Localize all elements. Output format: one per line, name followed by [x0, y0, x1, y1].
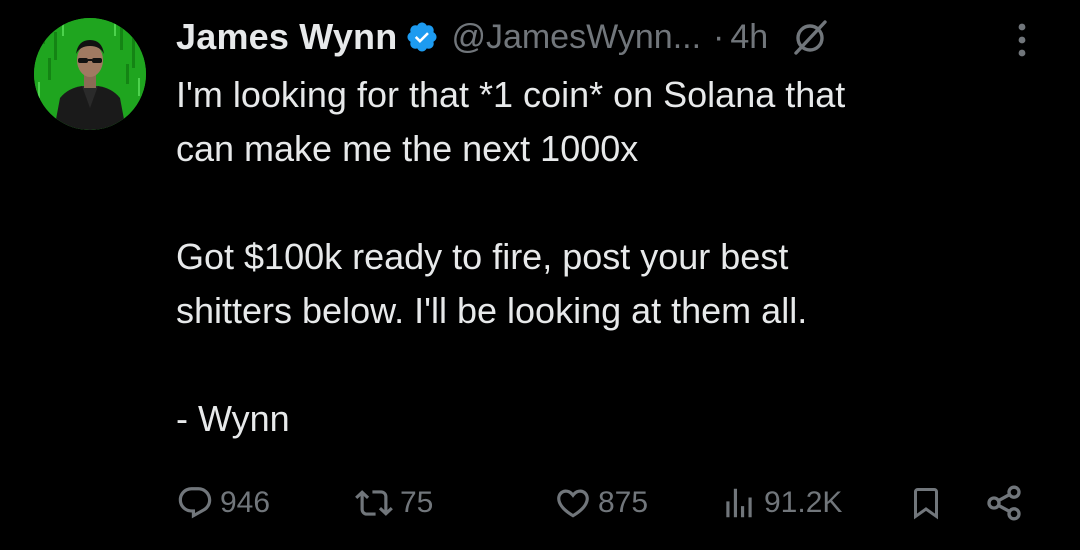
bookmark-button[interactable]	[908, 478, 944, 528]
tweet-line: I'm looking for that *1 coin* on Solana …	[176, 74, 846, 115]
tweet[interactable]: James Wynn @JamesWynn... · 4h I'm lookin…	[0, 0, 1080, 550]
retweet-count: 75	[400, 486, 434, 519]
views-button[interactable]: 91.2K	[720, 478, 842, 528]
author-handle[interactable]: @JamesWynn...	[451, 18, 701, 57]
retweet-icon	[354, 484, 394, 522]
verified-badge-icon	[405, 20, 439, 54]
tweet-line: can make me the next 1000x	[176, 128, 639, 169]
tweet-header: James Wynn @JamesWynn... · 4h	[176, 12, 832, 62]
share-button[interactable]	[984, 478, 1024, 528]
grok-icon[interactable]	[790, 16, 832, 58]
separator-dot: ·	[713, 17, 725, 56]
avatar[interactable]	[34, 18, 146, 130]
heart-icon	[554, 484, 592, 522]
tweet-line: Got $100k ready to fire, post your best	[176, 236, 789, 277]
share-icon	[984, 483, 1024, 523]
like-count: 875	[598, 486, 649, 519]
retweet-button[interactable]: 75	[354, 478, 433, 528]
more-vertical-icon[interactable]	[1010, 20, 1034, 60]
views-icon	[720, 484, 758, 522]
action-bar: 946 75 875 91.2K	[0, 478, 1080, 528]
tweet-line: - Wynn	[176, 398, 290, 439]
tweet-line: shitters below. I'll be looking at them …	[176, 290, 808, 331]
timestamp[interactable]: 4h	[730, 18, 768, 57]
bookmark-icon	[908, 483, 944, 523]
reply-icon	[176, 484, 214, 522]
views-count: 91.2K	[764, 486, 843, 519]
reply-button[interactable]: 946	[176, 478, 270, 528]
reply-count: 946	[220, 486, 271, 519]
author-name[interactable]: James Wynn	[176, 16, 397, 58]
like-button[interactable]: 875	[554, 478, 648, 528]
tweet-text: I'm looking for that *1 coin* on Solana …	[176, 68, 1056, 446]
